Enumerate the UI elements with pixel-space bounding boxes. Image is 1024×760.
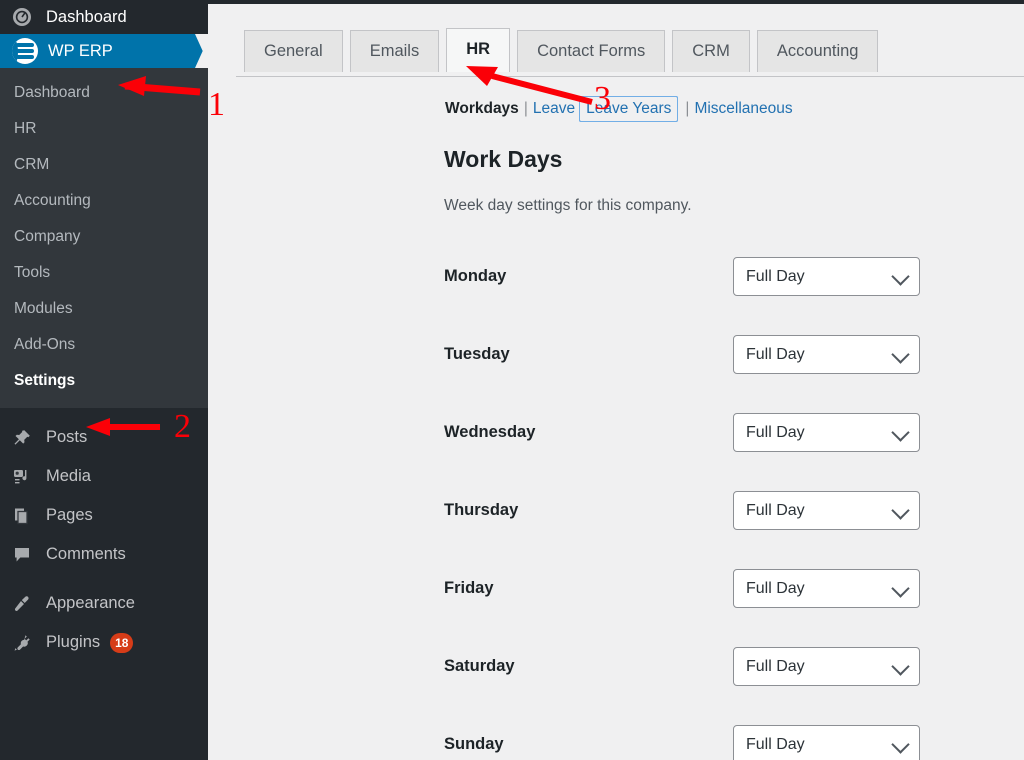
sidebar-item-media-label: Media <box>46 467 91 485</box>
hr-subnav: Workdays | Leave Leave Years | Miscellan… <box>444 96 794 122</box>
sidebar-subitem-add-ons[interactable]: Add-Ons <box>0 327 208 363</box>
tab-crm[interactable]: CRM <box>672 30 750 72</box>
workday-label-friday: Friday <box>444 579 494 597</box>
sidebar-subitem-dashboard[interactable]: Dashboard <box>0 75 208 111</box>
chevron-down-icon <box>891 423 910 442</box>
sidebar-item-wp-erp-label: WP ERP <box>48 41 113 60</box>
workday-select-thursday[interactable]: Full Day <box>733 491 920 530</box>
workday-select-sunday[interactable]: Full Day <box>733 725 920 760</box>
chevron-down-icon <box>891 267 910 286</box>
wperp-logo-icon <box>12 38 38 64</box>
page-title: Work Days <box>444 146 563 172</box>
settings-tab-bar: General Emails HR Contact Forms CRM Acco… <box>244 28 879 72</box>
sidebar-item-wp-erp[interactable]: WP ERP <box>0 34 209 68</box>
subnav-separator-1: | <box>523 100 528 117</box>
sidebar-item-posts-label: Posts <box>46 428 88 446</box>
comment-bubble-icon <box>12 545 42 565</box>
workday-row-thursday: Thursday Full Day <box>444 482 1004 560</box>
subnav-leave[interactable]: Leave <box>532 98 576 120</box>
subnav-workdays[interactable]: Workdays <box>444 98 520 120</box>
workday-row-tuesday: Tuesday Full Day <box>444 326 1004 404</box>
subnav-miscellaneous[interactable]: Miscellaneous <box>693 98 793 120</box>
workday-label-saturday: Saturday <box>444 657 515 675</box>
workday-row-saturday: Saturday Full Day <box>444 638 1004 716</box>
workday-row-wednesday: Wednesday Full Day <box>444 404 1004 482</box>
tab-general[interactable]: General <box>244 30 343 72</box>
sidebar-item-appearance-label: Appearance <box>46 594 135 612</box>
chevron-down-icon <box>891 579 910 598</box>
admin-bar-strip <box>208 0 1024 4</box>
workday-select-thursday-value: Full Day <box>746 501 805 519</box>
pages-icon <box>12 506 42 526</box>
workday-row-sunday: Sunday Full Day <box>444 716 1004 760</box>
chevron-down-icon <box>891 345 910 364</box>
screen: Dashboard WP ERP Dashboard HR CRM Accoun… <box>0 0 1024 760</box>
workday-row-monday: Monday Full Day <box>444 248 1004 326</box>
workday-row-friday: Friday Full Day <box>444 560 1004 638</box>
sidebar-item-media[interactable]: Media <box>0 457 208 496</box>
sidebar-item-pages-label: Pages <box>46 506 93 524</box>
workday-label-monday: Monday <box>444 267 507 285</box>
workday-select-monday-value: Full Day <box>746 267 805 285</box>
chevron-down-icon <box>891 735 910 754</box>
workday-select-saturday[interactable]: Full Day <box>733 647 920 686</box>
sidebar-subitem-accounting[interactable]: Accounting <box>0 183 208 219</box>
tab-accounting[interactable]: Accounting <box>756 30 879 72</box>
sidebar-item-plugins[interactable]: Plugins 18 <box>0 623 208 662</box>
sidebar-divider-2 <box>0 574 208 584</box>
workdays-list: Monday Full Day Tuesday Full Day Wednesd… <box>444 248 1004 760</box>
sidebar-subitem-crm[interactable]: CRM <box>0 147 208 183</box>
plugins-update-badge: 18 <box>110 632 134 653</box>
annotation-number-3: 3 <box>594 80 611 117</box>
workday-select-wednesday-value: Full Day <box>746 423 805 441</box>
workday-select-sunday-value: Full Day <box>746 735 805 753</box>
tabs-baseline-rule <box>236 76 1024 77</box>
workday-select-friday[interactable]: Full Day <box>733 569 920 608</box>
sidebar-item-comments-label: Comments <box>46 545 126 563</box>
dashboard-gauge-icon <box>12 7 42 27</box>
workday-label-wednesday: Wednesday <box>444 423 536 441</box>
sidebar-item-dashboard-label: Dashboard <box>46 7 127 26</box>
chevron-down-icon <box>891 501 910 520</box>
workday-select-tuesday[interactable]: Full Day <box>733 335 920 374</box>
subnav-separator-2: | <box>685 100 690 117</box>
sidebar-subitem-settings[interactable]: Settings <box>0 363 208 399</box>
sidebar-item-appearance[interactable]: Appearance <box>0 584 208 623</box>
workday-label-sunday: Sunday <box>444 735 504 753</box>
tab-emails[interactable]: Emails <box>349 30 440 72</box>
workday-label-thursday: Thursday <box>444 501 519 519</box>
workday-select-saturday-value: Full Day <box>746 657 805 675</box>
annotation-number-1: 1 <box>208 86 225 123</box>
admin-sidebar: Dashboard WP ERP Dashboard HR CRM Accoun… <box>0 0 209 760</box>
plug-icon <box>12 633 42 653</box>
sidebar-item-pages[interactable]: Pages <box>0 496 208 535</box>
pin-icon <box>12 428 42 448</box>
paintbrush-icon <box>12 594 42 614</box>
sidebar-subitem-hr[interactable]: HR <box>0 111 208 147</box>
sidebar-subitem-tools[interactable]: Tools <box>0 255 208 291</box>
media-icon <box>12 467 42 487</box>
content-area: General Emails HR Contact Forms CRM Acco… <box>208 0 1024 760</box>
active-menu-notch <box>195 34 209 68</box>
annotation-number-2: 2 <box>174 408 191 445</box>
tab-contact-forms[interactable]: Contact Forms <box>517 30 666 72</box>
sidebar-item-plugins-label: Plugins <box>46 633 101 651</box>
workday-label-tuesday: Tuesday <box>444 345 510 363</box>
workday-select-tuesday-value: Full Day <box>746 345 805 363</box>
sidebar-subitem-company[interactable]: Company <box>0 219 208 255</box>
workday-select-wednesday[interactable]: Full Day <box>733 413 920 452</box>
workday-select-friday-value: Full Day <box>746 579 805 597</box>
sidebar-item-comments[interactable]: Comments <box>0 535 208 574</box>
page-description: Week day settings for this company. <box>444 197 692 214</box>
wp-erp-submenu: Dashboard HR CRM Accounting Company Tool… <box>0 68 208 408</box>
tab-hr[interactable]: HR <box>446 28 511 72</box>
chevron-down-icon <box>891 657 910 676</box>
sidebar-item-dashboard[interactable]: Dashboard <box>0 0 208 34</box>
sidebar-subitem-modules[interactable]: Modules <box>0 291 208 327</box>
workday-select-monday[interactable]: Full Day <box>733 257 920 296</box>
